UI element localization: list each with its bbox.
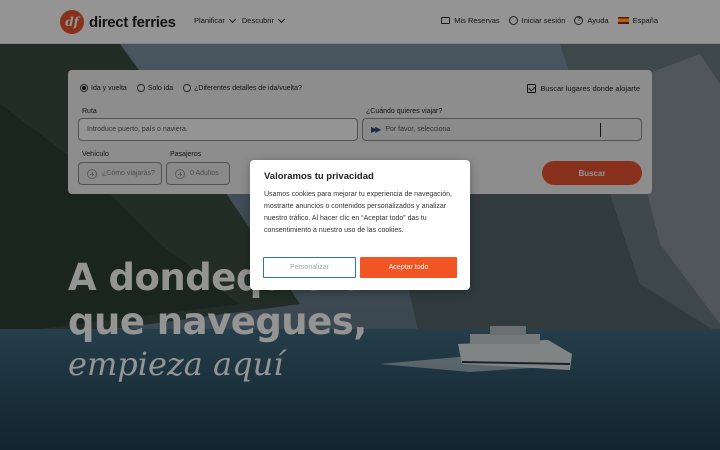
cookie-consent-dialog: Valoramos tu privacidad Usamos cookies p… (250, 160, 470, 290)
accept-all-button[interactable]: Aceptar todo (360, 257, 457, 278)
dialog-body: Usamos cookies para mejorar tu experienc… (264, 191, 452, 234)
customize-button[interactable]: Personalizar (263, 257, 356, 278)
dialog-title: Valoramos tu privacidad (264, 171, 374, 182)
